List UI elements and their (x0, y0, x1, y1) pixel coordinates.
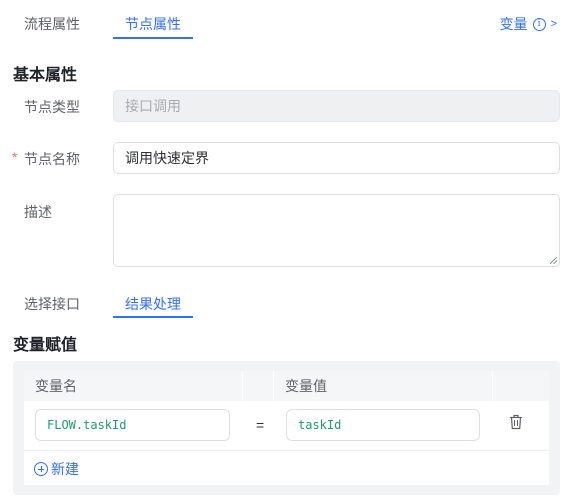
tab-process-properties[interactable]: 流程属性 (24, 14, 80, 34)
assignment-operator: = (256, 417, 265, 433)
plus-circle-icon (34, 462, 48, 476)
active-subtab-indicator (113, 316, 193, 318)
node-name-label: 节点名称 (24, 151, 80, 167)
column-header-actions (493, 371, 549, 401)
node-type-value: 接口调用 (125, 98, 181, 114)
variable-name-input[interactable]: FLOW.taskId (35, 409, 230, 441)
tab-result-handling[interactable]: 结果处理 (125, 294, 181, 314)
add-variable-label: 新建 (51, 461, 79, 477)
variable-value-input[interactable]: taskId (286, 409, 480, 441)
description-label: 描述 (24, 204, 52, 220)
node-type-label: 节点类型 (24, 99, 80, 115)
variable-assignment-table: 变量名 变量值 FLOW.taskId = taskId 新建 (24, 371, 549, 485)
row-divider (24, 450, 549, 451)
trash-icon[interactable] (509, 414, 523, 430)
add-variable-button[interactable]: 新建 (34, 459, 79, 479)
resize-handle[interactable] (550, 257, 557, 264)
required-mark: * (12, 149, 18, 165)
column-header-variable-name: 变量名 (24, 371, 242, 401)
basic-properties-title: 基本属性 (13, 67, 78, 84)
node-type-input: 接口调用 (113, 90, 560, 122)
info-circle-icon: i (532, 17, 546, 31)
chevron-right-icon: > (550, 18, 557, 30)
variable-assignment-title: 变量赋值 (13, 337, 78, 354)
description-textarea[interactable] (113, 194, 560, 267)
tab-select-interface[interactable]: 选择接口 (24, 294, 80, 314)
node-name-input[interactable]: 调用快速定界 (113, 142, 560, 174)
tab-node-properties[interactable]: 节点属性 (125, 14, 181, 34)
node-name-value: 调用快速定界 (125, 150, 209, 166)
variables-link[interactable]: 变量 i > (500, 14, 557, 34)
column-header-operator (243, 371, 273, 401)
active-tab-indicator (113, 37, 193, 39)
variables-link-label: 变量 (499, 16, 528, 32)
column-header-variable-value: 变量值 (274, 371, 492, 401)
variable-value-value: taskId (298, 418, 342, 432)
variable-name-value: FLOW.taskId (47, 418, 127, 432)
